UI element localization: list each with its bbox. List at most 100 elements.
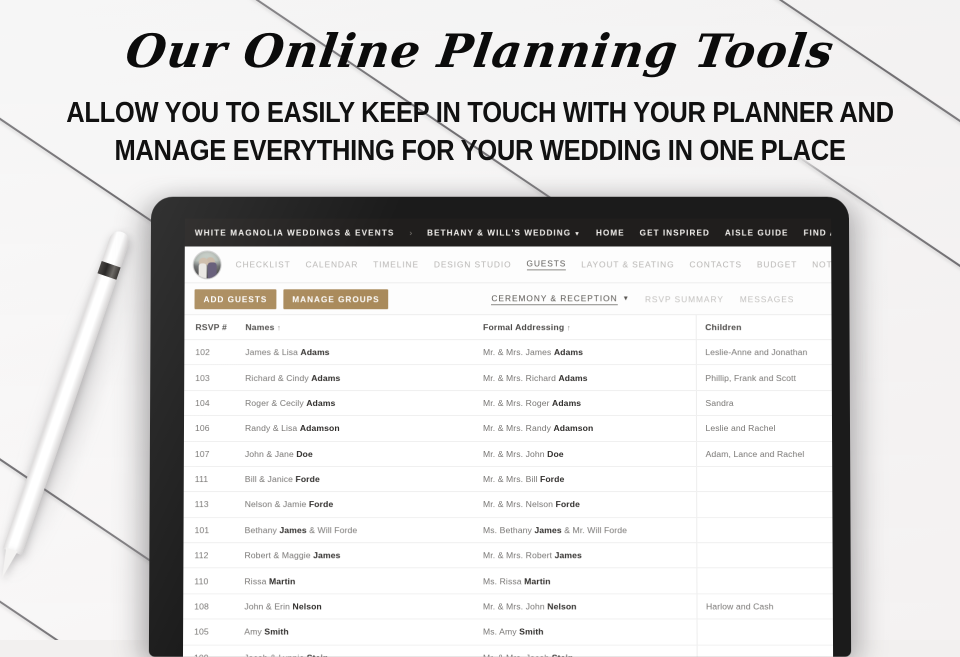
cell-rsvp-number: 107 [183,440,236,467]
event-selector[interactable]: CEREMONY & RECEPTION [491,292,618,305]
cell-names: Robert & Maggie James [235,542,474,569]
cell-names: Jacob & Lynnie Stein [235,644,474,657]
cell-rsvp-number: 112 [183,542,236,569]
cell-names: James & Lisa Adams [236,339,475,365]
cell-rsvp-number: 103 [184,364,237,391]
column-header-children[interactable]: Children [695,315,832,340]
add-guests-button[interactable]: ADD GUESTS [194,288,277,309]
cell-formal-addressing: Mr. & Mrs. Nelson Forde [473,491,697,518]
subtitle-line-1: ALLOW YOU TO EASILY KEEP IN TOUCH WITH Y… [66,96,894,129]
cell-children [696,568,833,594]
column-header-names-label: Names [245,322,275,333]
table-row[interactable]: 106 Randy & Lisa Adamson Mr. & Mrs. Randy … [183,415,833,441]
cell-formal-addressing: Mr. & Mrs. Richard Adams [474,364,696,391]
chevron-down-icon[interactable]: ▼ [623,295,629,302]
table-row[interactable]: 110 Rissa Martin Ms. Rissa Martin [183,568,833,594]
nav-link-get-inspired[interactable]: GET INSPIRED [640,228,710,237]
cell-formal-addressing: Ms. Bethany James & Mr. Will Forde [473,517,697,543]
table-row[interactable]: 101 Bethany James & Will Forde Ms. Bethany… [183,517,833,543]
table-row[interactable]: 104 Roger & Cecily Adams Mr. & Mrs. Roger … [184,390,832,416]
column-header-names[interactable]: Names ↑ [236,315,475,340]
tab-timeline[interactable]: TIMELINE [373,259,419,270]
cell-children [696,619,834,645]
guest-list-body: 102 James & Lisa Adams Mr. & Mrs. James Ad… [182,339,834,657]
tab-guests[interactable]: GUESTS [526,258,567,271]
tab-design-studio[interactable]: DESIGN STUDIO [434,259,512,270]
breadcrumb-wedding-label: BETHANY & WILL'S WEDDING [427,228,572,238]
table-row[interactable]: 107 John & Jane Doe Mr. & Mrs. John Doe Ada… [183,440,833,467]
table-row[interactable]: 103 Richard & Cindy Adams Mr. & Mrs. Richa… [184,364,832,391]
nav-link-home[interactable]: HOME [596,228,625,237]
cell-names: Bethany James & Will Forde [235,517,474,543]
subtitle-line-2: MANAGE EVERYTHING FOR YOUR WEDDING IN ON… [114,134,846,167]
tab-notes[interactable]: NOTES [812,259,831,270]
avatar[interactable] [192,249,222,279]
chevron-down-icon: ▼ [574,231,582,238]
breadcrumb-wedding[interactable]: BETHANY & WILL'S WEDDING ▼ [427,228,581,237]
cell-names: Richard & Cindy Adams [236,364,475,391]
cell-children [696,466,833,492]
tab-contacts[interactable]: CONTACTS [689,259,742,270]
cell-rsvp-number: 102 [184,339,237,365]
cell-names: Randy & Lisa Adamson [235,415,475,441]
cell-formal-addressing: Ms. Amy Smith [473,619,697,645]
cell-rsvp-number: 104 [184,390,237,416]
cell-children: Leslie and Rachel [695,415,833,441]
cell-children [696,491,833,518]
tab-calendar[interactable]: CALENDAR [306,259,359,270]
table-row[interactable]: 113 Nelson & Jamie Forde Mr. & Mrs. Nelson… [183,491,833,518]
table-row[interactable]: 105 Amy Smith Ms. Amy Smith [183,619,834,645]
page-title: Our Online Planning Tools [122,24,838,78]
manage-groups-button[interactable]: MANAGE GROUPS [283,288,389,309]
cell-formal-addressing: Mr. & Mrs. Randy Adamson [473,415,697,441]
column-header-formal-addressing[interactable]: Formal Addressing ↑ [474,315,696,340]
column-header-rsvp[interactable]: RSVP # [184,315,237,340]
breadcrumb-separator-icon: › [409,228,413,238]
nav-link-find-a[interactable]: FIND A [803,228,831,237]
cell-formal-addressing: Mr. & Mrs. Roger Adams [474,390,696,416]
tablet-screen: WHITE MAGNOLIA WEDDINGS & EVENTS › BETHA… [182,218,834,657]
column-header-formal-label: Formal Addressing [483,322,565,333]
table-row[interactable]: 112 Robert & Maggie James Mr. & Mrs. Rober… [183,542,833,569]
cell-rsvp-number: 105 [183,619,236,645]
breadcrumb-brand[interactable]: WHITE MAGNOLIA WEDDINGS & EVENTS [195,228,395,237]
cell-formal-addressing: Mr. & Mrs. John Doe [473,440,697,467]
tab-layout-and-seating[interactable]: LAYOUT & SEATING [581,259,674,270]
tab-checklist[interactable]: CHECKLIST [236,259,291,270]
cell-children [696,517,833,543]
cell-names: Nelson & Jamie Forde [235,491,474,518]
cell-names: Amy Smith [235,619,474,645]
cell-formal-addressing: Ms. Rissa Martin [473,568,697,594]
tab-budget[interactable]: BUDGET [757,259,797,270]
guest-list-table: RSVP # Names ↑ Formal Addressing ↑ Child… [182,315,834,657]
sort-ascending-icon: ↑ [277,323,282,333]
rsvp-summary-link[interactable]: RSVP SUMMARY [645,294,724,304]
cell-rsvp-number: 111 [183,466,236,492]
guest-actions-bar: ADD GUESTS MANAGE GROUPS CEREMONY & RECE… [184,283,832,316]
table-row[interactable]: 102 James & Lisa Adams Mr. & Mrs. James Ad… [184,339,832,365]
table-row[interactable]: 109Jacob & Lynnie SteinMr. & Mrs. Jacob … [182,644,834,657]
sort-ascending-icon: ↑ [566,323,571,333]
nav-link-aisle-guide[interactable]: AISLE GUIDE [725,228,789,237]
cell-children: Adam, Lance and Rachel [696,440,833,467]
cell-children: Harlow and Cash [696,593,833,620]
cell-children: Sandra [695,390,832,416]
cell-children: Phillip, Frank and Scott [695,364,832,391]
cell-rsvp-number: 113 [183,491,236,518]
table-row[interactable]: 108 John & Erin Nelson Mr. & Mrs. John Nel… [183,593,833,620]
cell-names: John & Jane Doe [235,440,474,467]
cell-children [696,644,834,657]
cell-names: Rissa Martin [235,568,474,594]
cell-children: Leslie-Anne and Jonathan [695,339,832,365]
cell-rsvp-number: 109 [182,644,236,657]
cell-rsvp-number: 106 [183,415,237,441]
table-row[interactable]: 111 Bill & Janice Forde Mr. & Mrs. Bill Fo… [183,466,833,492]
cell-formal-addressing: Mr. & Mrs. Bill Forde [473,466,697,492]
cell-rsvp-number: 108 [183,593,236,620]
messages-link[interactable]: MESSAGES [740,294,795,304]
cell-names: John & Erin Nelson [235,593,474,620]
cell-formal-addressing: Mr. & Mrs. John Nelson [473,593,697,620]
cell-formal-addressing: Mr. & Mrs. Robert James [473,542,697,569]
cell-rsvp-number: 101 [183,517,236,543]
table-header-row: RSVP # Names ↑ Formal Addressing ↑ Child… [184,315,832,340]
